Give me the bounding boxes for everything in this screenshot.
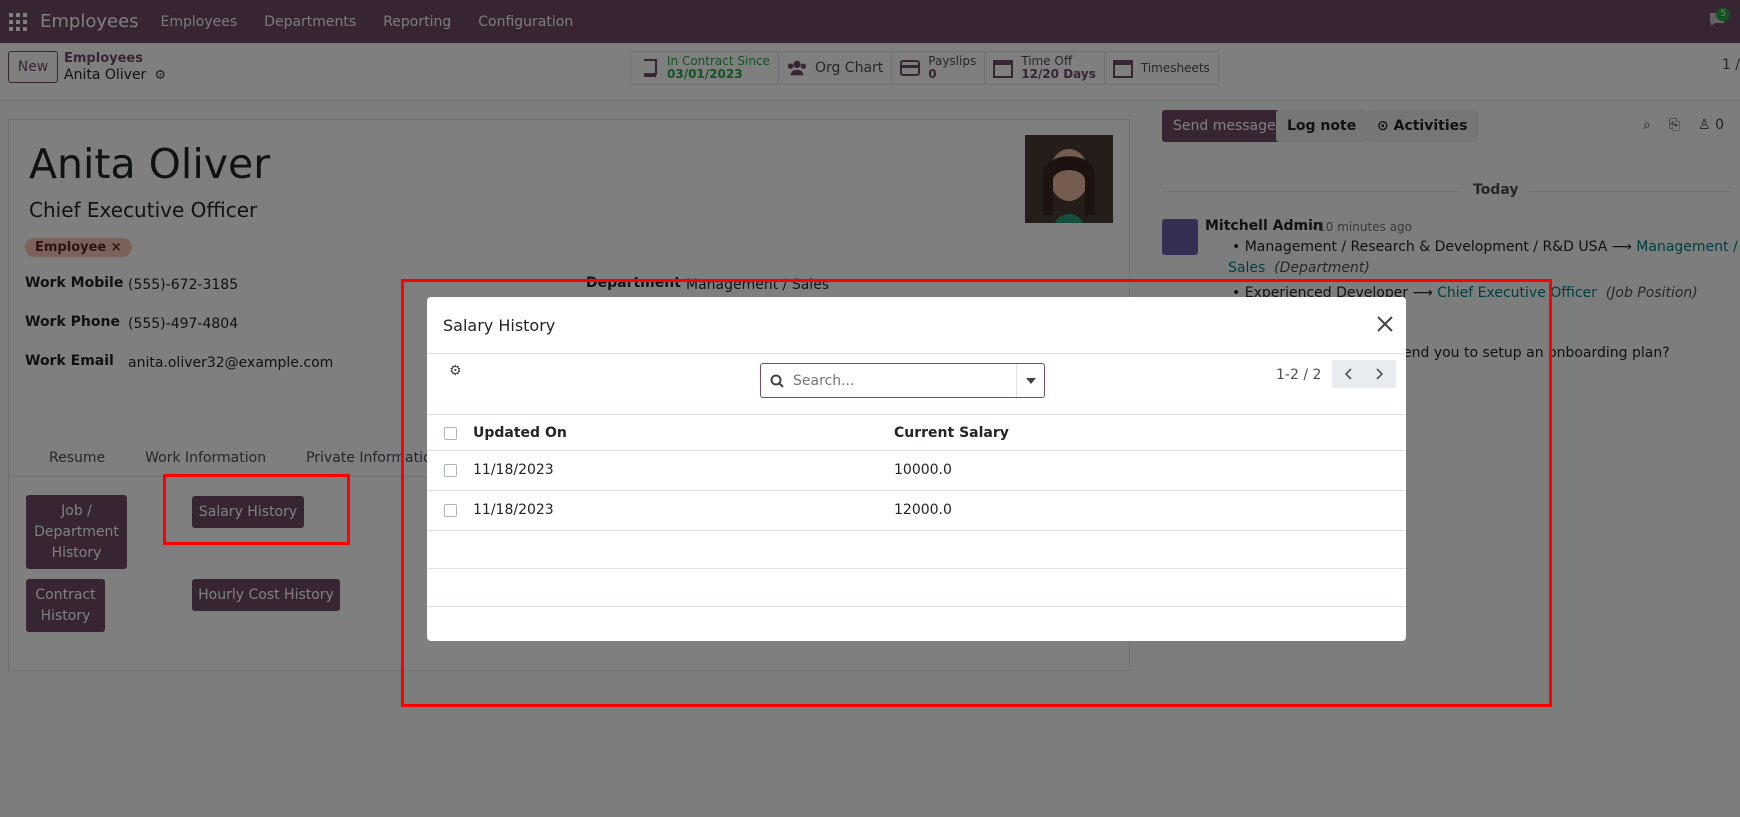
salary-history-highlight [163, 474, 350, 545]
dialog-highlight [401, 279, 1552, 707]
